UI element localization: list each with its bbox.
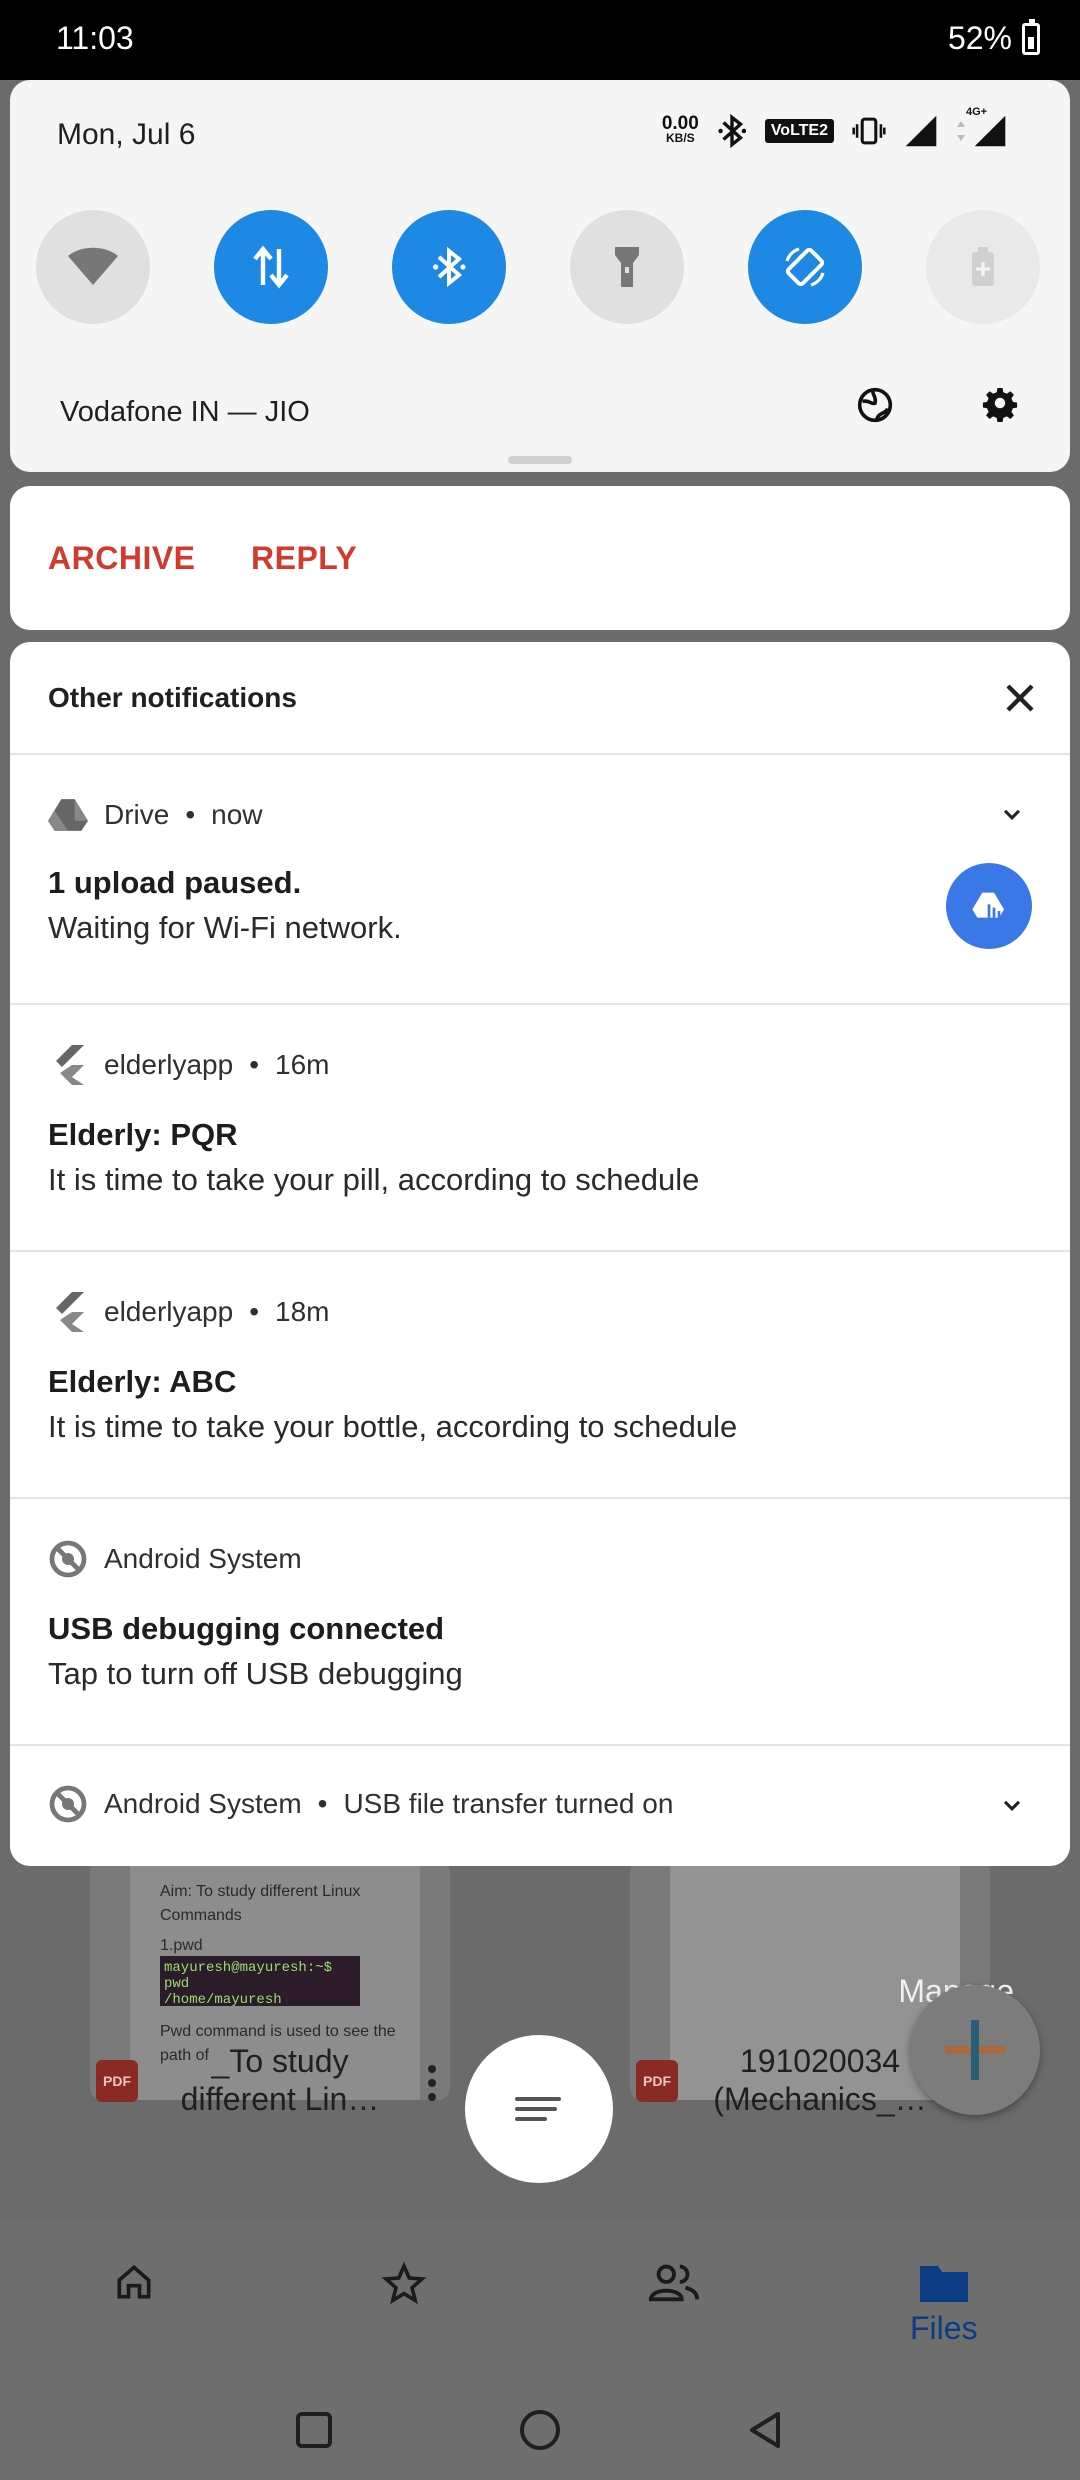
bluetooth-status-icon bbox=[718, 114, 746, 148]
close-icon[interactable] bbox=[1000, 678, 1040, 718]
bottom-navigation bbox=[0, 2220, 1080, 2380]
back-icon[interactable] bbox=[742, 2408, 786, 2452]
notification-usb-file-transfer[interactable]: Android System • USB file transfer turne… bbox=[10, 1746, 1070, 1866]
folder-icon bbox=[920, 2266, 968, 2302]
chevron-down-icon[interactable] bbox=[998, 801, 1026, 829]
status-icons: 0.00 KB/S VoLTE2 4G+ bbox=[661, 106, 1010, 148]
android-system-icon bbox=[48, 1539, 88, 1579]
system-navigation-bar bbox=[0, 2380, 1080, 2480]
recents-icon[interactable] bbox=[294, 2410, 334, 2450]
battery-icon bbox=[1022, 18, 1040, 55]
notification-title: USB debugging connected bbox=[48, 1611, 445, 1646]
notes-icon bbox=[515, 2091, 563, 2127]
nav-shared[interactable] bbox=[614, 2260, 734, 2309]
notes-button[interactable] bbox=[465, 2035, 613, 2183]
status-bar: 11:03 52% bbox=[0, 0, 1080, 80]
bluetooth-icon bbox=[433, 247, 466, 287]
home-icon bbox=[117, 2264, 151, 2299]
nav-files-label: Files bbox=[910, 2310, 978, 2346]
auto-rotate-icon bbox=[785, 247, 825, 287]
battery-saver-icon bbox=[972, 247, 994, 286]
signal-icon-sim1 bbox=[905, 115, 937, 147]
globe-icon bbox=[857, 387, 893, 423]
notification-app-name: Android System bbox=[104, 1788, 302, 1819]
battery-saver-tile[interactable] bbox=[926, 210, 1040, 324]
notification-text: Tap to turn off USB debugging bbox=[48, 1656, 463, 1691]
auto-rotate-tile[interactable] bbox=[748, 210, 862, 324]
bluetooth-tile[interactable] bbox=[392, 210, 506, 324]
quick-settings-panel: Mon, Jul 6 0.00 KB/S VoLTE2 4G+ Vodafone… bbox=[10, 80, 1070, 472]
more-options-icon[interactable] bbox=[428, 2065, 436, 2107]
notifications-panel: Other notifications Drive • now 1 upload… bbox=[10, 642, 1070, 1866]
notification-time: 18m bbox=[275, 1296, 330, 1327]
notification-title: 1 upload paused. bbox=[48, 865, 302, 900]
doc-line: 1.pwd bbox=[160, 1937, 203, 1954]
star-icon bbox=[381, 2261, 427, 2305]
flashlight-tile[interactable] bbox=[570, 210, 684, 324]
notification-text: It is time to take your pill, according … bbox=[48, 1162, 700, 1197]
file-name-1[interactable]: _To study different Lin… bbox=[150, 2042, 410, 2118]
notification-summary: USB file transfer turned on bbox=[343, 1788, 674, 1819]
battery-percent: 52% bbox=[947, 20, 1012, 56]
notification-app-name: elderlyapp bbox=[104, 1049, 234, 1080]
cloud-upload-icon bbox=[972, 892, 1004, 918]
data-activity-icon bbox=[957, 121, 965, 141]
nav-files[interactable] bbox=[884, 2260, 1004, 2309]
pdf-icon: PDF bbox=[636, 2060, 678, 2102]
flutter-icon bbox=[48, 1292, 88, 1332]
doc-line: Aim: To study different Linux bbox=[160, 1883, 361, 1900]
pdf-icon: PDF bbox=[96, 2060, 138, 2102]
notification-text: It is time to take your bottle, accordin… bbox=[48, 1409, 738, 1444]
mobile-data-icon bbox=[253, 245, 289, 289]
volte-badge: VoLTE2 bbox=[764, 119, 834, 143]
vibrate-icon bbox=[852, 117, 886, 145]
clock: 11:03 bbox=[56, 20, 134, 56]
android-system-icon bbox=[48, 1784, 88, 1824]
notification-title: Elderly: ABC bbox=[48, 1364, 237, 1399]
network-speed: 0.00 KB/S bbox=[661, 113, 699, 145]
drive-action-button[interactable] bbox=[946, 863, 1032, 949]
notification-time: now bbox=[211, 799, 263, 830]
doc-line: Commands bbox=[160, 1907, 242, 1924]
doc-terminal: mayuresh@mayuresh:~$ pwd /home/mayuresh bbox=[160, 1956, 360, 2008]
people-icon bbox=[648, 2264, 700, 2302]
nav-home[interactable] bbox=[74, 2260, 194, 2309]
notifications-header: Other notifications bbox=[10, 642, 1070, 755]
settings-button[interactable] bbox=[975, 380, 1025, 430]
notification-time: 16m bbox=[275, 1049, 330, 1080]
mobile-data-tile[interactable] bbox=[214, 210, 328, 324]
notification-app-name: Android System bbox=[104, 1543, 302, 1574]
drive-icon bbox=[48, 795, 88, 835]
notification-elderly-abc[interactable]: elderlyapp • 18m Elderly: ABC It is time… bbox=[10, 1252, 1070, 1499]
notification-text: Waiting for Wi-Fi network. bbox=[48, 910, 402, 945]
flutter-icon bbox=[48, 1045, 88, 1085]
expand-handle[interactable] bbox=[508, 456, 572, 464]
message-notification-actions: ARCHIVE REPLY bbox=[10, 486, 1070, 630]
notification-elderly-pqr[interactable]: elderlyapp • 16m Elderly: PQR It is time… bbox=[10, 1005, 1070, 1252]
flashlight-icon bbox=[615, 247, 639, 287]
archive-button[interactable]: ARCHIVE bbox=[48, 540, 196, 577]
quick-settings-tiles bbox=[36, 210, 1046, 328]
carrier-label: Vodafone IN — JIO bbox=[60, 396, 310, 428]
gear-icon bbox=[982, 388, 1018, 422]
data-saver-button[interactable] bbox=[850, 380, 900, 430]
nav-starred[interactable] bbox=[344, 2260, 464, 2313]
new-file-button[interactable] bbox=[910, 1985, 1040, 2115]
notification-app-name: Drive bbox=[104, 799, 170, 830]
home-button-icon[interactable] bbox=[518, 2408, 562, 2452]
reply-button[interactable]: REPLY bbox=[251, 540, 357, 577]
date-label[interactable]: Mon, Jul 6 bbox=[57, 118, 195, 152]
notification-usb-debugging[interactable]: Android System USB debugging connected T… bbox=[10, 1499, 1070, 1746]
notification-drive[interactable]: Drive • now 1 upload paused. Waiting for… bbox=[10, 755, 1070, 1005]
wifi-icon bbox=[68, 247, 118, 285]
chevron-down-icon[interactable] bbox=[998, 1792, 1026, 1820]
section-title: Other notifications bbox=[48, 682, 297, 713]
signal-icon-sim2: 4G+ bbox=[956, 106, 1010, 148]
wifi-tile[interactable] bbox=[36, 210, 150, 324]
notification-title: Elderly: PQR bbox=[48, 1117, 238, 1152]
notification-app-name: elderlyapp bbox=[104, 1296, 234, 1327]
